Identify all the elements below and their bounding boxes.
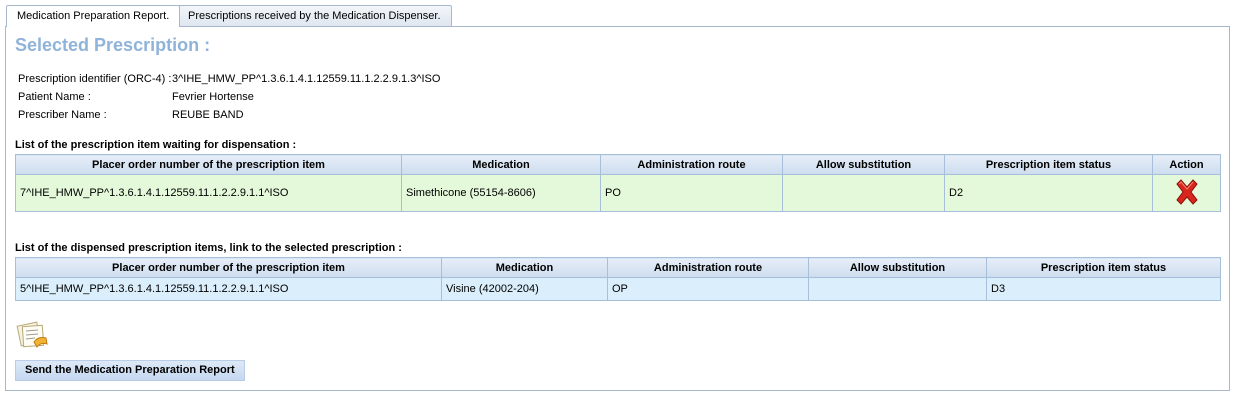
substitution-cell [808, 277, 987, 301]
column-header: Action [1152, 154, 1221, 175]
dispensed-items-label: List of the dispensed prescription items… [15, 242, 402, 254]
column-header[interactable]: Allow substitution [808, 257, 987, 278]
tab-medication-preparation-report[interactable]: Medication Preparation Report. [6, 5, 181, 27]
patient-name-label: Patient Name : [18, 91, 91, 103]
prescription-identifier-label: Prescription identifier (ORC-4) : [18, 73, 172, 85]
medication-cell: Simethicone (55154-8606) [401, 174, 601, 212]
table-row: 5^IHE_HMW_PP^1.3.6.1.4.1.12559.11.1.2.2.… [15, 277, 1221, 301]
column-header[interactable]: Medication [441, 257, 608, 278]
action-cell [1152, 174, 1221, 212]
placer-order-cell: 7^IHE_HMW_PP^1.3.6.1.4.1.12559.11.1.2.2.… [15, 174, 402, 212]
table-row: 7^IHE_HMW_PP^1.3.6.1.4.1.12559.11.1.2.2.… [15, 174, 1221, 212]
delete-x-icon[interactable] [1173, 178, 1201, 209]
status-cell: D2 [944, 174, 1153, 212]
table-header-row: Placer order number of the prescription … [15, 257, 1221, 278]
prescriber-name-value: REUBE BAND [172, 109, 244, 121]
waiting-items-table: Placer order number of the prescription … [15, 154, 1221, 212]
medication-cell: Visine (42002-204) [441, 277, 608, 301]
patient-name-value: Fevrier Hortense [172, 91, 254, 103]
column-header[interactable]: Administration route [600, 154, 783, 175]
document-report-icon [16, 320, 52, 350]
column-header[interactable]: Prescription item status [944, 154, 1153, 175]
tab-panel: Selected Prescription : Prescription ide… [5, 26, 1230, 391]
column-header[interactable]: Medication [401, 154, 601, 175]
prescription-identifier-value: 3^IHE_HMW_PP^1.3.6.1.4.1.12559.11.1.2.2.… [172, 73, 441, 85]
route-cell: PO [600, 174, 783, 212]
substitution-cell [782, 174, 945, 212]
send-report-button[interactable]: Send the Medication Preparation Report [15, 360, 245, 381]
column-header[interactable]: Placer order number of the prescription … [15, 154, 402, 175]
table-header-row: Placer order number of the prescription … [15, 154, 1221, 175]
placer-order-cell: 5^IHE_HMW_PP^1.3.6.1.4.1.12559.11.1.2.2.… [15, 277, 442, 301]
prescriber-name-label: Prescriber Name : [18, 109, 107, 121]
column-header[interactable]: Allow substitution [782, 154, 945, 175]
column-header[interactable]: Administration route [607, 257, 809, 278]
waiting-items-label: List of the prescription item waiting fo… [15, 139, 297, 151]
route-cell: OP [607, 277, 809, 301]
status-cell: D3 [986, 277, 1221, 301]
dispensed-items-table: Placer order number of the prescription … [15, 257, 1221, 301]
tab-prescriptions-received[interactable]: Prescriptions received by the Medication… [177, 5, 452, 26]
page-title: Selected Prescription : [15, 35, 211, 55]
column-header[interactable]: Placer order number of the prescription … [15, 257, 442, 278]
column-header[interactable]: Prescription item status [986, 257, 1221, 278]
